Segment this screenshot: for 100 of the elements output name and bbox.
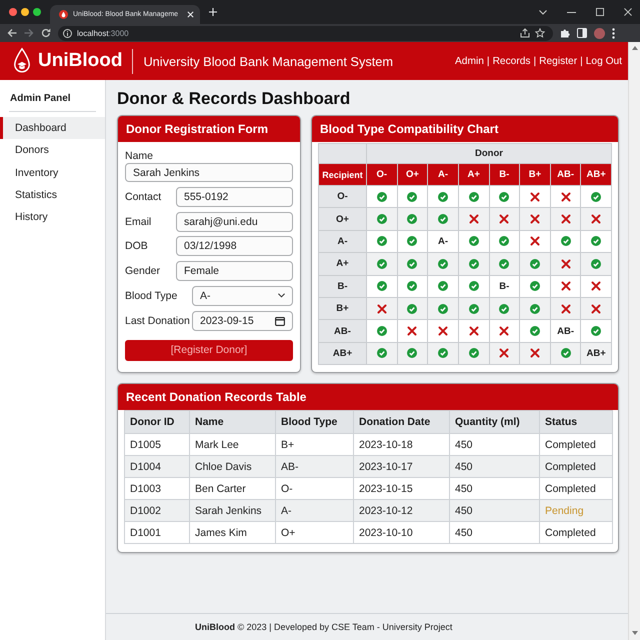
check-icon (468, 304, 479, 314)
address-bar[interactable]: localhost:3000 (58, 26, 553, 40)
check-icon (468, 348, 479, 358)
sidebar-item[interactable]: Inventory (0, 162, 105, 184)
blood-drop-icon (13, 47, 31, 75)
field-label: Contact (125, 190, 162, 203)
row-header: O- (318, 186, 366, 208)
card-title: Blood Type Compatibility Chart (312, 116, 618, 142)
arrow-left-icon[interactable] (7, 28, 17, 38)
table-cell: Chloe Davis (190, 456, 276, 478)
check-icon (438, 348, 448, 358)
close-icon[interactable] (624, 8, 632, 16)
table-cell: 2023-10-10 (354, 522, 450, 544)
check-icon (407, 214, 418, 224)
check-icon (468, 192, 479, 202)
cross-icon (438, 326, 448, 336)
text-field[interactable]: 03/12/1998 (176, 236, 293, 256)
text-field[interactable]: Sarah Jenkins (125, 163, 293, 182)
check-icon (407, 236, 418, 246)
nav-link[interactable]: Records (492, 56, 530, 66)
scroll-up-icon[interactable] (632, 46, 638, 50)
minimize-dot-icon[interactable] (21, 8, 29, 16)
cross-icon (376, 304, 387, 314)
check-icon (376, 192, 387, 202)
cross-icon (468, 326, 479, 336)
sidebar-item[interactable]: History (0, 206, 105, 228)
check-icon (438, 281, 448, 292)
nav-link[interactable]: Log Out (586, 56, 622, 66)
menu-icon[interactable] (612, 28, 615, 38)
cross-icon (560, 304, 571, 314)
field-label: DOB (125, 240, 149, 252)
cross-icon (591, 304, 602, 314)
cross-icon (468, 214, 479, 224)
check-icon (376, 236, 387, 246)
table-cell: 450 (450, 456, 540, 478)
table-cell: 450 (450, 522, 540, 544)
table-cell: 2023-10-17 (354, 456, 450, 478)
nav-link[interactable]: Register (539, 56, 578, 66)
close-dot-icon[interactable] (9, 8, 17, 16)
restore-icon[interactable] (596, 8, 604, 16)
row-header: O+ (318, 208, 366, 230)
column-header: O- (366, 164, 398, 186)
card-title: Recent Donation Records Table (118, 384, 618, 410)
table-cell: D1002 (124, 500, 190, 522)
select-field[interactable]: A- (192, 286, 293, 306)
status-cell: Completed (540, 522, 612, 544)
column-header: Recipient (318, 164, 366, 186)
sidebar-title: Admin Panel (9, 92, 72, 105)
nav-link[interactable]: Admin (455, 56, 484, 66)
table-cell: D1004 (124, 456, 190, 478)
column-header: O+ (397, 164, 428, 186)
chevron-down-icon[interactable] (539, 10, 547, 14)
scroll-down-icon[interactable] (632, 631, 638, 635)
scrollbar[interactable] (628, 42, 640, 640)
field-label: Last Donation (125, 314, 191, 327)
sidebar-item[interactable]: Donors (0, 139, 105, 162)
avatar-icon[interactable] (594, 28, 605, 38)
row-header: B- (318, 275, 366, 298)
sidebar-item[interactable]: Statistics (0, 184, 105, 206)
register-button[interactable]: [Register Donor] (125, 340, 293, 361)
table-cell: B- (489, 275, 520, 298)
check-icon (499, 258, 510, 269)
column-group-header: Donor (366, 144, 612, 164)
check-icon (468, 281, 479, 292)
cross-icon (560, 214, 571, 224)
table-cell: A- (276, 500, 354, 522)
check-icon (591, 192, 602, 202)
nav-separator: | (534, 56, 536, 66)
reload-icon[interactable] (41, 28, 51, 38)
puzzle-icon[interactable] (560, 28, 570, 38)
star-icon[interactable] (535, 28, 545, 38)
status-cell: Completed (540, 456, 612, 478)
table-cell: 450 (450, 500, 540, 522)
sidebar-item[interactable]: Dashboard (0, 117, 105, 140)
column-header: A+ (458, 164, 489, 186)
check-icon (407, 192, 418, 202)
column-header: Blood Type (276, 410, 354, 434)
check-icon (438, 214, 448, 224)
text-field[interactable]: 555-0192 (176, 186, 293, 207)
share-icon[interactable] (520, 28, 530, 38)
text-field[interactable]: Female (176, 261, 293, 282)
column-header: AB+ (580, 164, 612, 186)
calendar-icon[interactable] (275, 316, 285, 326)
date-field[interactable]: 2023-09-15 (192, 310, 293, 331)
cross-icon (591, 214, 602, 224)
app-subtitle: University Blood Bank Management System (143, 54, 394, 68)
maximize-dot-icon[interactable] (33, 8, 41, 16)
info-icon[interactable] (63, 28, 72, 38)
check-icon (530, 326, 540, 336)
column-header: B+ (520, 164, 550, 186)
plus-icon[interactable] (209, 8, 218, 16)
table-cell: 2023-10-12 (354, 500, 450, 522)
check-icon (438, 304, 448, 314)
column-header: Donation Date (354, 410, 450, 434)
field-label: Gender (125, 265, 162, 278)
side-panel-icon[interactable] (577, 28, 587, 38)
table-cell: D1001 (124, 522, 190, 544)
check-icon (499, 192, 510, 202)
text-field[interactable]: sarahj@uni.edu (176, 212, 293, 232)
table-cell: AB+ (580, 342, 612, 365)
